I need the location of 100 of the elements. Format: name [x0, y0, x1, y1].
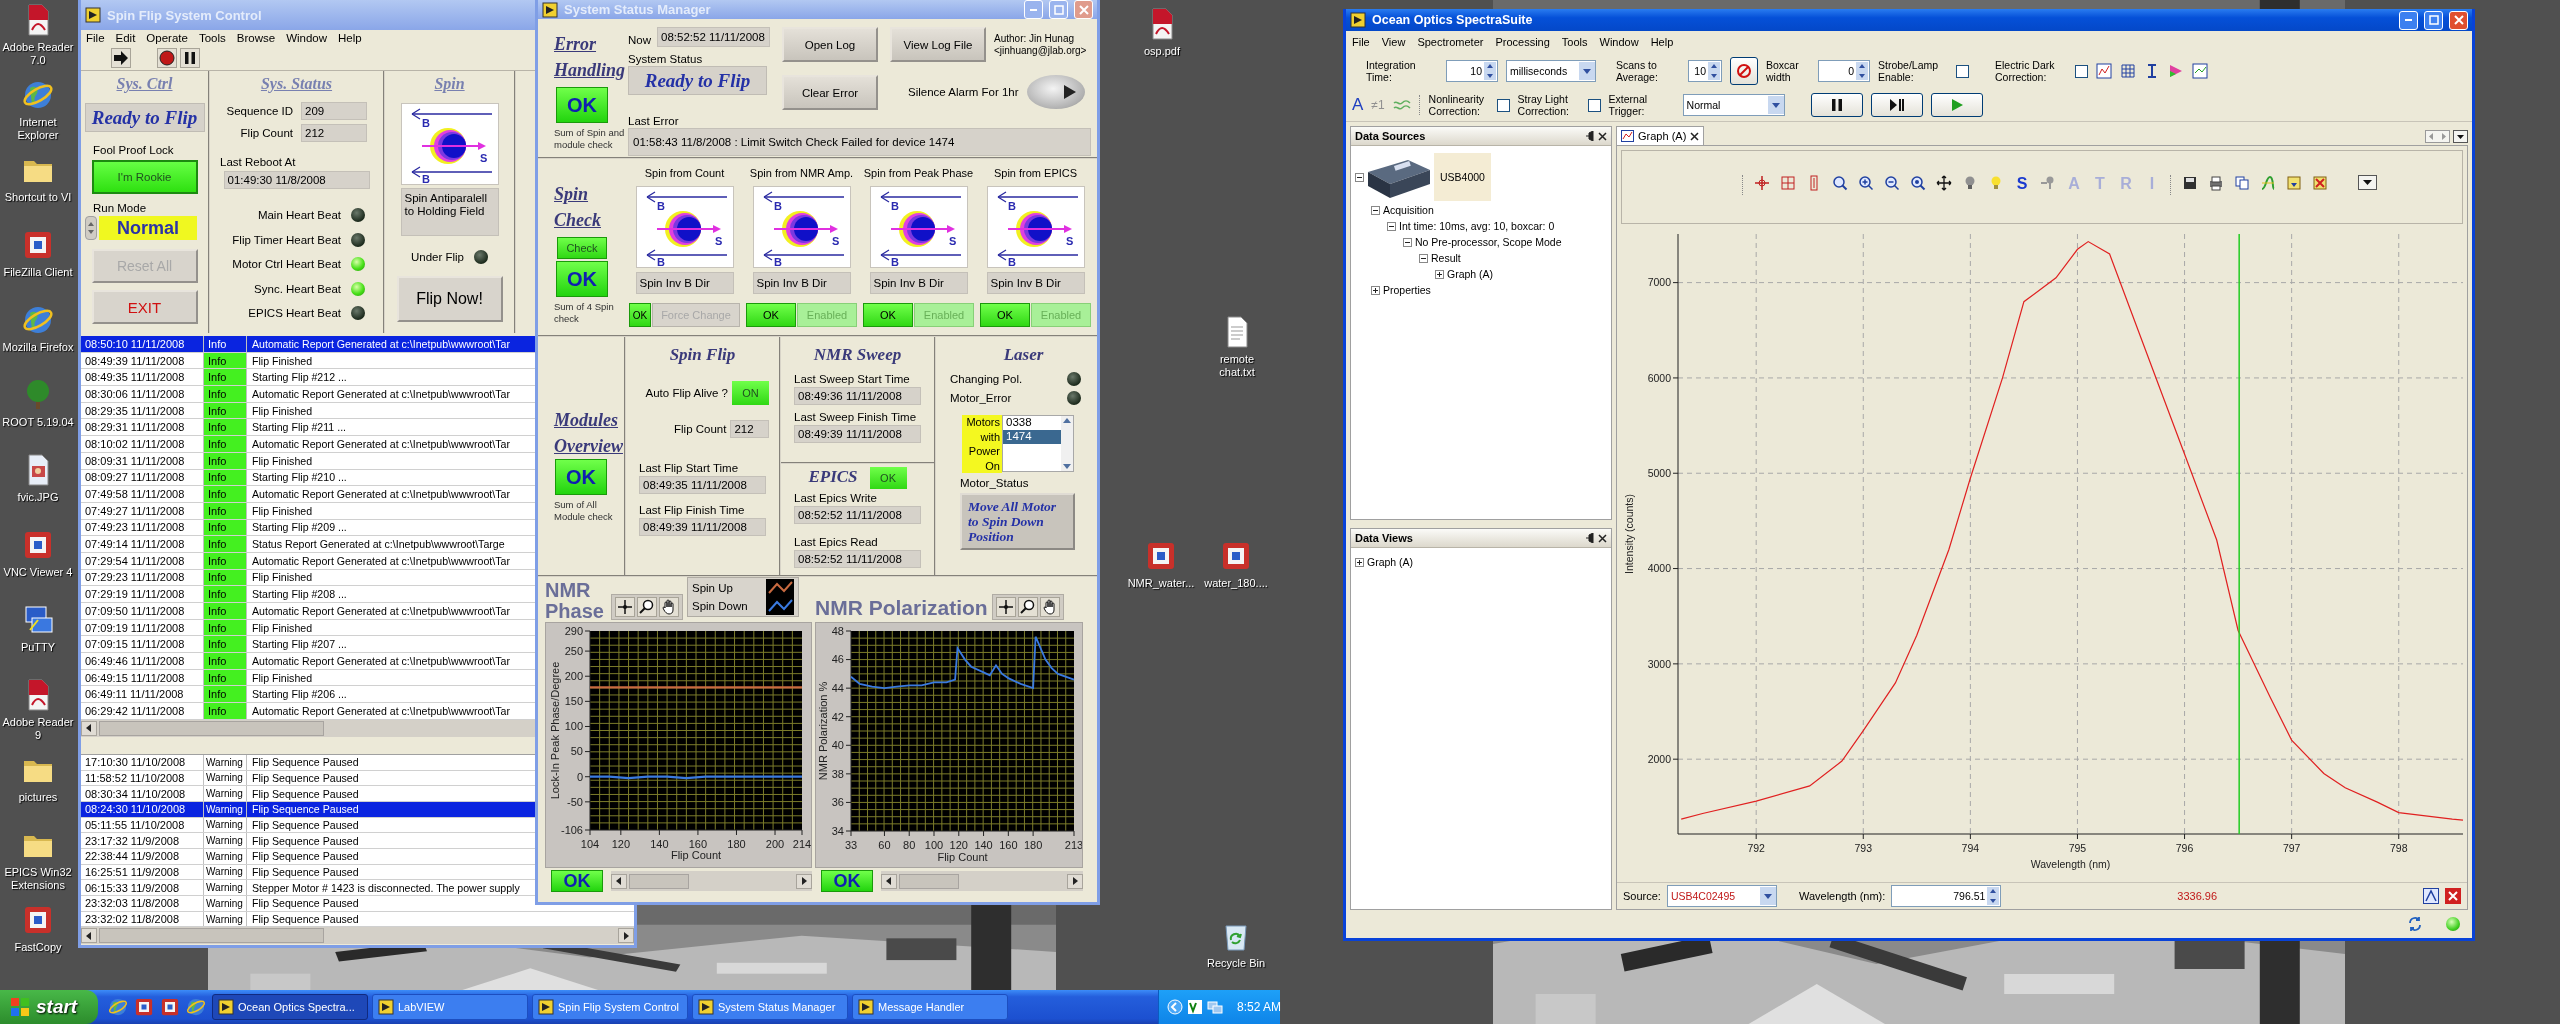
close-button[interactable]: [2449, 10, 2468, 30]
zoom-out-icon[interactable]: [1884, 175, 1900, 191]
icon-label[interactable]: NMR_water...: [1127, 577, 1195, 590]
horizontal-scrollbar[interactable]: [611, 871, 812, 891]
menu-item[interactable]: Window: [286, 32, 328, 44]
application-icon[interactable]: [160, 997, 180, 1017]
exit-button[interactable]: EXIT: [91, 290, 198, 324]
spin-control[interactable]: [85, 216, 97, 240]
zoom-fit-icon[interactable]: [1910, 175, 1926, 191]
flip-button[interactable]: Flip Now!: [396, 276, 503, 322]
lock-button[interactable]: I'm Rookie: [91, 160, 198, 194]
scroll-thumb[interactable]: [99, 928, 324, 944]
menu-item[interactable]: Tools: [198, 32, 226, 44]
dropdown[interactable]: USB4C02495: [1666, 885, 1777, 907]
icon-label[interactable]: Adobe Reader 7.0: [0, 41, 76, 67]
taskbar-button[interactable]: Ocean Optics Spectra...: [212, 994, 368, 1020]
move-motors-button[interactable]: Move All Motor to Spin Down Position: [960, 493, 1075, 550]
pan-tool[interactable]: [659, 597, 679, 617]
taskbar-button[interactable]: Spin Flip System Control: [532, 994, 688, 1020]
delete-icon[interactable]: [2312, 175, 2328, 191]
run-button[interactable]: [111, 48, 131, 68]
number-field[interactable]: 10: [1688, 60, 1722, 82]
menu-item[interactable]: Edit: [115, 32, 136, 44]
open-log-button[interactable]: Open Log: [782, 27, 878, 62]
application-icon[interactable]: [1220, 540, 1252, 572]
scroll-thumb[interactable]: [629, 873, 689, 889]
menu-item[interactable]: Spectrometer: [1417, 35, 1484, 48]
pause-button[interactable]: [180, 48, 200, 68]
network-icon[interactable]: [1207, 999, 1223, 1015]
icon-label[interactable]: Internet Explorer: [0, 116, 76, 142]
icon-label[interactable]: osp.pdf: [1143, 45, 1181, 58]
icon-label[interactable]: Adobe Reader 9: [0, 716, 76, 742]
print-icon[interactable]: [2208, 175, 2224, 191]
expand-icon[interactable]: [1371, 285, 1380, 295]
box-crosshair-icon[interactable]: [1780, 175, 1796, 191]
horizontal-scrollbar[interactable]: [81, 927, 634, 945]
icon-label[interactable]: pictures: [18, 791, 58, 804]
application-icon[interactable]: [1145, 540, 1177, 572]
cursor-tool[interactable]: [995, 597, 1016, 617]
tree-item[interactable]: Properties: [1383, 284, 1431, 296]
menu-item[interactable]: Processing: [1495, 35, 1550, 48]
globe-icon[interactable]: [22, 79, 54, 111]
alarm-toggle[interactable]: [1026, 75, 1085, 109]
list-item[interactable]: 1474: [1003, 430, 1061, 444]
cursor-tool[interactable]: [615, 597, 635, 617]
menu-item[interactable]: Operate: [146, 32, 188, 44]
tree-item[interactable]: Graph (A): [1447, 268, 1494, 280]
number-field[interactable]: 10: [1446, 60, 1498, 82]
curve-icon[interactable]: [2260, 175, 2276, 191]
tree-item[interactable]: Int time: 10ms, avg: 10, boxcar: 0: [1399, 220, 1555, 232]
pin-icon[interactable]: [1585, 131, 1594, 141]
expand-icon[interactable]: [1435, 269, 1444, 279]
collapse-icon[interactable]: [1419, 253, 1428, 263]
save-icon[interactable]: [2182, 175, 2198, 191]
refresh-icon[interactable]: [2406, 915, 2424, 933]
collapse-icon[interactable]: [1403, 237, 1412, 247]
play-button[interactable]: [1930, 93, 1983, 117]
zoom-tool[interactable]: [1017, 597, 1038, 617]
icon-label[interactable]: remote chat.txt: [1212, 353, 1262, 379]
table-icon[interactable]: [2120, 63, 2136, 79]
horizontal-scrollbar[interactable]: [881, 871, 1083, 891]
dropdown[interactable]: milliseconds: [1506, 60, 1596, 82]
collapse-icon[interactable]: [1355, 172, 1364, 182]
computer-icon[interactable]: [22, 604, 54, 636]
zoom-tool[interactable]: [637, 597, 657, 617]
peak-icon[interactable]: [2423, 888, 2439, 904]
stop-button[interactable]: [157, 48, 177, 68]
tray-app-icon[interactable]: [1187, 999, 1203, 1015]
menu-item[interactable]: Window: [1599, 35, 1639, 48]
menu-item[interactable]: Help: [1650, 35, 1674, 48]
graph-tab[interactable]: Graph (A): [1616, 126, 1705, 145]
icon-label[interactable]: Recycle Bin: [1206, 957, 1266, 970]
close-icon[interactable]: [1690, 131, 1700, 141]
copy-icon[interactable]: [2234, 175, 2250, 191]
zoom-icon[interactable]: [1832, 175, 1848, 191]
tree-item[interactable]: No Pre-processor, Scope Mode: [1415, 236, 1562, 248]
icon-label[interactable]: EPICS Win32 Extensions: [0, 866, 76, 892]
view-log-button[interactable]: View Log File: [890, 27, 986, 62]
menu-caret-icon[interactable]: [2358, 175, 2377, 190]
dropdown[interactable]: Normal: [1682, 94, 1785, 116]
overlay-chart-icon[interactable]: [2192, 63, 2208, 79]
menu-item[interactable]: Help: [338, 32, 362, 44]
icon-label[interactable]: fvic.JPG: [17, 491, 59, 504]
tree-item[interactable]: Graph (A): [1367, 556, 1414, 568]
spectrum-chart-icon[interactable]: [2096, 63, 2112, 79]
icon-label[interactable]: Shortcut to VI: [4, 191, 72, 204]
collapse-icon[interactable]: [1387, 221, 1396, 231]
application-icon[interactable]: [22, 529, 54, 561]
play-pause-icon[interactable]: [1888, 97, 1905, 113]
taskbar-button[interactable]: System Status Manager: [692, 994, 848, 1020]
globe-icon[interactable]: [22, 304, 54, 336]
color-triangle-icon[interactable]: [2168, 63, 2184, 79]
stop-button[interactable]: [1730, 57, 1758, 85]
application-icon[interactable]: [22, 904, 54, 936]
icon-label[interactable]: ROOT 5.19.04: [2, 416, 74, 429]
checkbox[interactable]: [1587, 98, 1601, 112]
menu-item[interactable]: Browse: [236, 32, 276, 44]
application-icon[interactable]: [134, 997, 154, 1017]
checkbox[interactable]: [1496, 98, 1510, 112]
step-button[interactable]: [1870, 93, 1923, 117]
